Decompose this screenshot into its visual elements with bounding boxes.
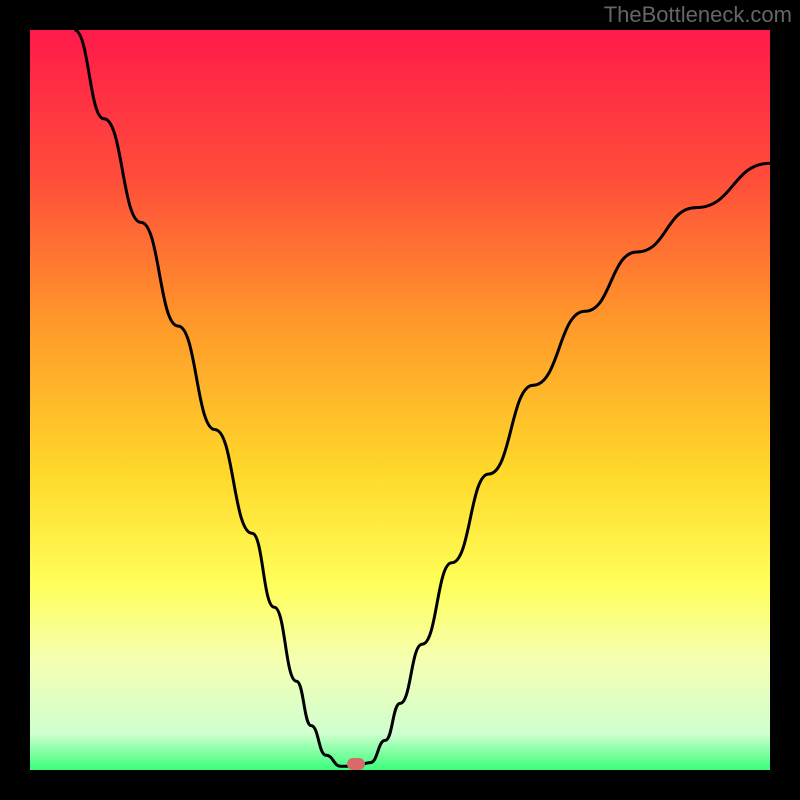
watermark-text: TheBottleneck.com	[604, 2, 792, 28]
chart-frame	[30, 30, 770, 770]
chart-curve	[30, 30, 770, 770]
optimal-point-marker	[347, 758, 365, 770]
